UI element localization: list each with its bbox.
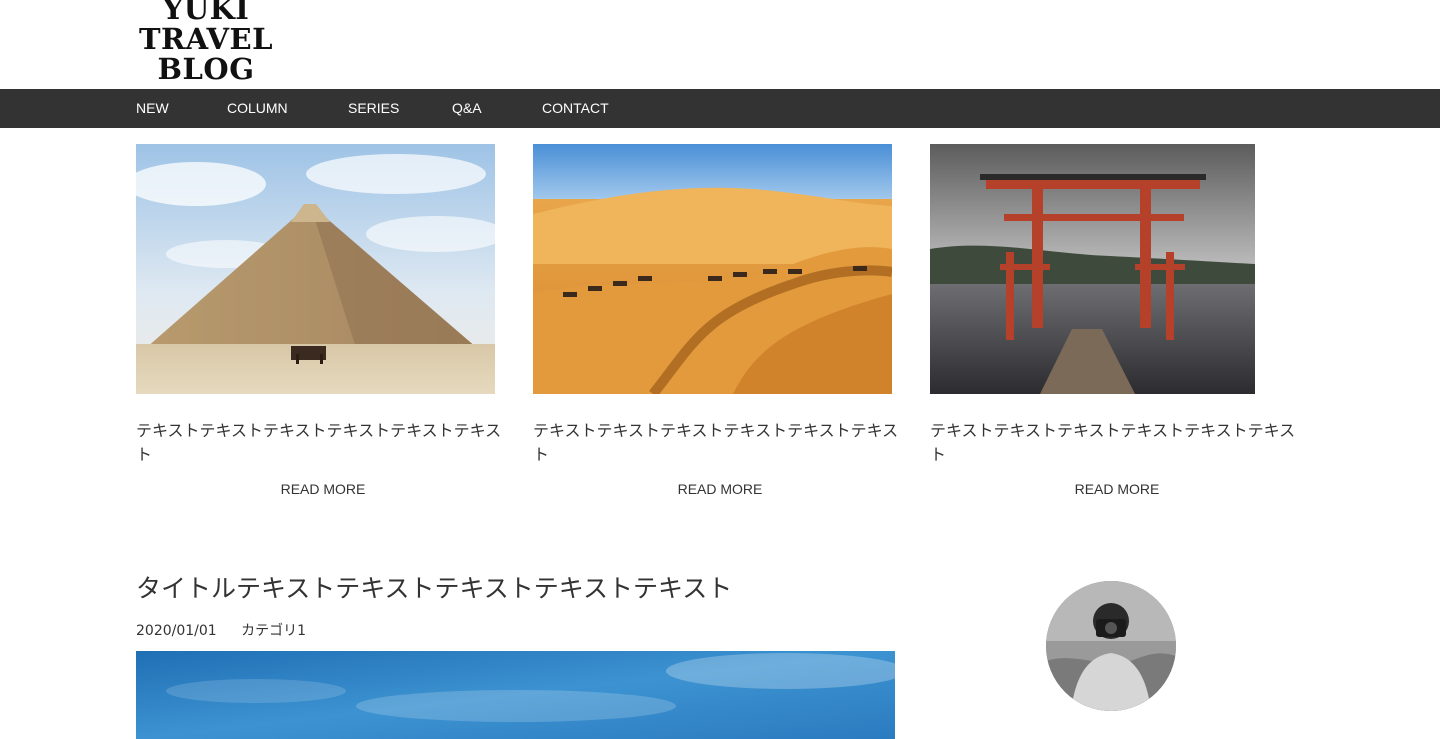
- card-thumbnail-desert[interactable]: [533, 144, 892, 394]
- nav-item-new[interactable]: NEW: [136, 89, 169, 128]
- nav-item-series[interactable]: SERIES: [348, 89, 399, 128]
- card-thumbnail-torii[interactable]: [930, 144, 1255, 394]
- article-card: テキストテキストテキストテキストテキストテキスト READ MORE: [533, 144, 903, 497]
- desert-camels-photo: [533, 144, 892, 394]
- card-text: テキストテキストテキストテキストテキストテキスト: [136, 421, 502, 464]
- card-text: テキストテキストテキストテキストテキストテキスト: [930, 421, 1296, 464]
- logo-line-3: BLOG: [157, 52, 255, 86]
- post-category[interactable]: カテゴリ1: [241, 623, 306, 639]
- torii-gate-photo: [930, 144, 1255, 394]
- nav-item-column[interactable]: COLUMN: [227, 89, 288, 128]
- post-featured-image[interactable]: [136, 651, 895, 739]
- site-logo[interactable]: YUKI TRAVEL BLOG: [136, 0, 276, 84]
- card-thumbnail-pyramid[interactable]: [136, 144, 495, 394]
- page: YUKI TRAVEL BLOG NEW COLUMN SERIES Q&A C…: [0, 0, 1440, 739]
- read-more-link[interactable]: READ MORE: [136, 481, 510, 497]
- pyramid-photo: [136, 144, 495, 394]
- nav-item-qa[interactable]: Q&A: [452, 89, 482, 128]
- article-card: テキストテキストテキストテキストテキストテキスト READ MORE: [136, 144, 506, 497]
- photographer-avatar: [1046, 581, 1176, 711]
- post-meta: 2020/01/01 カテゴリ1: [136, 620, 326, 640]
- read-more-link[interactable]: READ MORE: [930, 481, 1304, 497]
- logo-line-2: TRAVEL: [138, 22, 274, 56]
- main-nav: NEW COLUMN SERIES Q&A CONTACT: [0, 89, 1440, 128]
- article-card: テキストテキストテキストテキストテキストテキスト READ MORE: [930, 144, 1300, 497]
- post-title[interactable]: タイトルテキストテキストテキストテキストテキスト: [136, 572, 732, 606]
- nav-item-contact[interactable]: CONTACT: [542, 89, 609, 128]
- profile-avatar[interactable]: [1046, 581, 1176, 711]
- card-text: テキストテキストテキストテキストテキストテキスト: [533, 421, 899, 464]
- site-header: YUKI TRAVEL BLOG: [0, 0, 1440, 89]
- read-more-link[interactable]: READ MORE: [533, 481, 907, 497]
- post-date: 2020/01/01: [136, 623, 217, 639]
- logo-line-1: YUKI: [162, 0, 250, 26]
- blue-sky-photo: [136, 651, 895, 739]
